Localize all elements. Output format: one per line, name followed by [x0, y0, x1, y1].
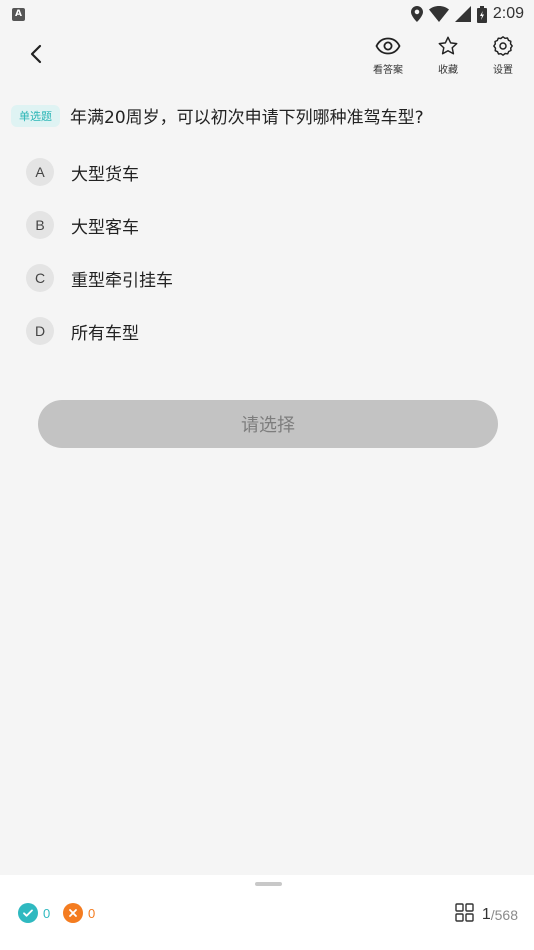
answer-options: A 大型货车 B 大型客车 C 重型牵引挂车 D 所有车型	[26, 155, 506, 367]
current-question-number: 1	[481, 906, 491, 923]
chevron-left-icon	[30, 44, 42, 64]
correct-count-stat: 0	[18, 903, 50, 923]
drag-handle[interactable]	[255, 882, 282, 886]
option-d[interactable]: D 所有车型	[26, 314, 506, 348]
favorite-label: 收藏	[438, 65, 458, 76]
option-letter: C	[26, 264, 54, 292]
clock-time: 2:09	[492, 5, 524, 22]
view-answer-button[interactable]: 看答案	[366, 34, 410, 76]
gear-icon	[492, 34, 514, 58]
cross-icon	[63, 903, 83, 923]
check-icon	[18, 903, 38, 923]
question-block: 单选题 年满20周岁，可以初次申请下列哪种准驾车型?	[11, 103, 521, 128]
battery-icon	[476, 5, 487, 23]
option-text: 大型客车	[71, 217, 139, 238]
option-text: 大型货车	[71, 164, 139, 185]
wrong-count: 0	[88, 905, 96, 921]
eye-icon	[375, 34, 401, 58]
option-a[interactable]: A 大型货车	[26, 155, 506, 189]
submit-button[interactable]: 请选择	[38, 400, 498, 448]
cellular-signal-icon	[454, 6, 471, 22]
option-text: 重型牵引挂车	[71, 270, 173, 291]
wifi-icon	[428, 6, 449, 22]
status-bar: A 2:09	[0, 0, 534, 28]
correct-count: 0	[43, 905, 51, 921]
wrong-count-stat: 0	[63, 903, 95, 923]
app-notification-icon: A	[12, 7, 25, 21]
option-b[interactable]: B 大型客车	[26, 208, 506, 242]
total-questions: /568	[490, 907, 518, 923]
location-icon	[410, 6, 423, 22]
bottom-bar: 0 0 1 /568	[0, 875, 534, 950]
option-letter: D	[26, 317, 54, 345]
star-icon	[437, 34, 459, 58]
view-answer-label: 看答案	[373, 65, 403, 76]
question-type-badge: 单选题	[11, 104, 60, 127]
question-text: 年满20周岁，可以初次申请下列哪种准驾车型?	[70, 108, 424, 128]
option-text: 所有车型	[71, 323, 139, 344]
grid-icon	[455, 903, 474, 927]
settings-label: 设置	[493, 65, 513, 76]
question-grid-button[interactable]: 1 /568	[455, 903, 518, 927]
settings-button[interactable]: 设置	[481, 34, 525, 76]
option-c[interactable]: C 重型牵引挂车	[26, 261, 506, 295]
option-letter: B	[26, 211, 54, 239]
favorite-button[interactable]: 收藏	[426, 34, 470, 76]
back-button[interactable]	[22, 40, 50, 68]
option-letter: A	[26, 158, 54, 186]
top-nav-bar: 看答案 收藏 设置	[0, 30, 534, 80]
